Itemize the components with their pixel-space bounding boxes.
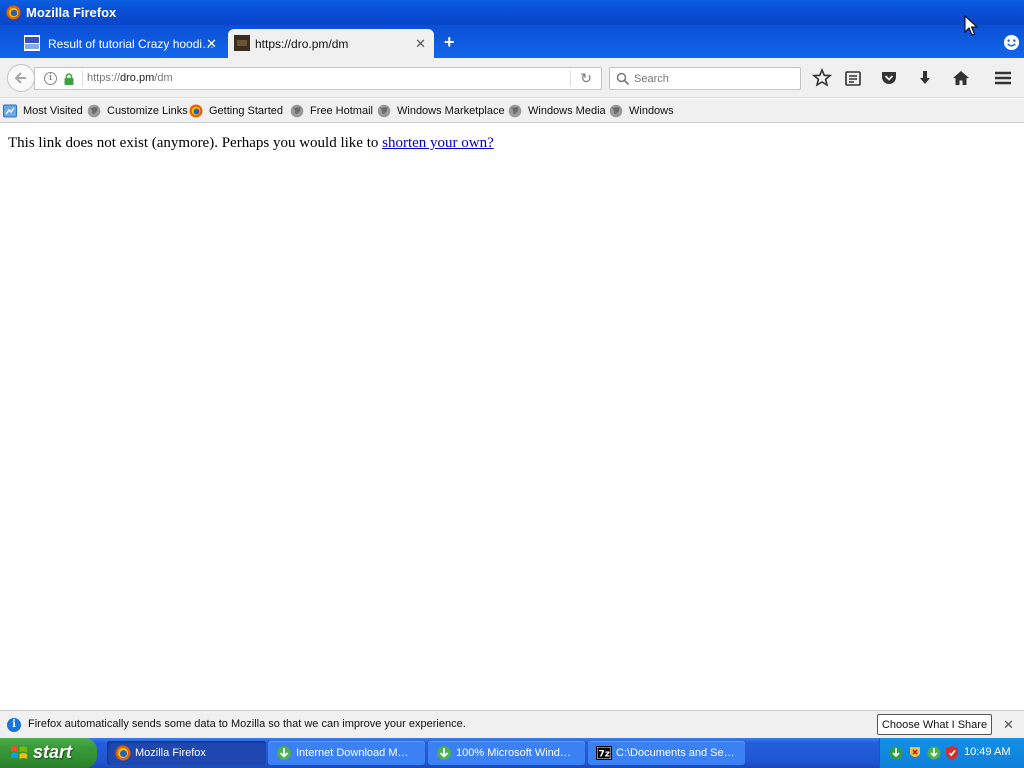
error-message: This link does not exist (anymore). Perh…: [8, 135, 494, 152]
search-input[interactable]: [634, 71, 794, 87]
globe-icon: [377, 104, 391, 118]
bookmark-free-hotmail[interactable]: Free Hotmail: [290, 103, 373, 119]
window-title: Mozilla Firefox: [26, 5, 117, 20]
close-icon[interactable]: ✕: [1003, 717, 1014, 733]
bookmark-star-icon[interactable]: [812, 68, 832, 88]
7zip-icon: 7z: [596, 746, 612, 760]
tab-dro-pm[interactable]: https://dro.pm/dm ✕: [228, 29, 434, 58]
address-separator: [82, 71, 83, 86]
start-label: start: [33, 742, 73, 762]
mouse-cursor-icon: [964, 15, 978, 36]
security-alert-icon[interactable]: [907, 745, 923, 761]
url-host: dro.pm: [120, 72, 155, 84]
blog-favicon-icon: [24, 35, 40, 51]
task-label: Internet Download M…: [296, 747, 409, 759]
title-bar: Mozilla Firefox: [0, 0, 1024, 25]
reading-list-icon[interactable]: [843, 68, 863, 88]
windows-logo-icon: [11, 746, 27, 759]
home-icon[interactable]: [951, 68, 971, 88]
back-button[interactable]: [7, 64, 35, 92]
info-icon: i: [7, 718, 21, 732]
bookmark-label: Windows Marketplace: [397, 105, 505, 117]
firefox-icon: [115, 745, 131, 761]
system-tray: 10:49 AM: [879, 738, 1024, 768]
taskbar-item-idm[interactable]: Internet Download M…: [268, 741, 425, 765]
taskbar: start Mozilla Firefox Internet Download …: [0, 738, 1024, 768]
data-notification-bar: i Firefox automatically sends some data …: [0, 710, 1024, 738]
bookmark-label: Getting Started: [209, 105, 283, 117]
taskbar-item-firefox[interactable]: Mozilla Firefox: [107, 741, 266, 765]
site-info-icon[interactable]: i: [44, 72, 57, 85]
url-scheme: https://: [87, 72, 121, 84]
search-bar[interactable]: [609, 67, 801, 90]
globe-icon: [508, 104, 522, 118]
svg-text:7z: 7z: [599, 750, 611, 760]
downloads-icon[interactable]: [915, 68, 935, 88]
bookmark-label: Free Hotmail: [310, 105, 373, 117]
bookmark-label: Windows Media: [528, 105, 606, 117]
url-path: /dm: [154, 72, 173, 84]
taskbar-item-7zip[interactable]: 7z C:\Documents and Se…: [588, 741, 745, 765]
globe-icon: [87, 104, 101, 118]
bookmarks-toolbar: Most Visited Customize Links Getting Sta…: [0, 99, 1024, 123]
bookmark-customize-links[interactable]: Customize Links: [87, 103, 188, 119]
page-content: This link does not exist (anymore). Perh…: [0, 124, 1024, 710]
most-visited-icon: [3, 104, 17, 118]
choose-what-i-share-button[interactable]: Choose What I Share: [877, 714, 992, 735]
shorten-link[interactable]: shorten your own?: [382, 135, 494, 151]
bookmark-windows-media[interactable]: Windows Media: [508, 103, 606, 119]
antivirus-shield-icon[interactable]: [944, 745, 960, 761]
bookmark-label: Most Visited: [23, 105, 83, 117]
firefox-icon: [189, 104, 203, 118]
bookmark-windows-marketplace[interactable]: Windows Marketplace: [377, 103, 505, 119]
clock: 10:49 AM: [964, 746, 1011, 758]
download-manager-icon: [277, 746, 291, 760]
reload-icon[interactable]: ↻: [580, 70, 592, 87]
address-bar[interactable]: i https://dro.pm/dm ↻: [34, 67, 602, 90]
bookmark-getting-started[interactable]: Getting Started: [189, 103, 283, 119]
tab-close-icon[interactable]: ✕: [206, 36, 217, 52]
lock-icon[interactable]: [63, 73, 75, 85]
bookmark-most-visited[interactable]: Most Visited: [3, 103, 83, 119]
firefox-logo-icon: [6, 5, 21, 20]
message-text: This link does not exist (anymore). Perh…: [8, 135, 379, 151]
start-button[interactable]: start: [0, 738, 97, 768]
tab-label: https://dro.pm/dm: [255, 37, 349, 51]
task-label: C:\Documents and Se…: [616, 747, 735, 759]
notification-message: Firefox automatically sends some data to…: [28, 718, 466, 730]
download-tray-icon[interactable]: [926, 745, 942, 761]
bookmark-label: Customize Links: [107, 105, 188, 117]
url-text[interactable]: https://dro.pm/dm: [87, 72, 173, 84]
site-favicon-icon: [234, 35, 250, 51]
download-progress-icon: [437, 746, 451, 760]
bookmark-windows[interactable]: Windows: [609, 103, 674, 119]
tab-close-icon[interactable]: ✕: [415, 36, 426, 52]
task-label: 100% Microsoft Wind…: [456, 747, 571, 759]
menu-hamburger-icon[interactable]: [993, 68, 1013, 88]
taskbar-item-microsoft[interactable]: 100% Microsoft Wind…: [428, 741, 585, 765]
network-icon[interactable]: [888, 745, 904, 761]
bookmark-label: Windows: [629, 105, 674, 117]
navigation-toolbar: i https://dro.pm/dm ↻: [0, 58, 1024, 98]
task-label: Mozilla Firefox: [135, 747, 206, 759]
back-arrow-icon: [14, 72, 26, 84]
tab-tutorial[interactable]: Result of tutorial Crazy hoodi… ✕: [3, 29, 225, 58]
tab-strip: Result of tutorial Crazy hoodi… ✕ https:…: [0, 25, 1024, 58]
feedback-smiley-icon[interactable]: [1003, 34, 1020, 51]
globe-icon: [290, 104, 304, 118]
search-icon: [616, 72, 630, 86]
reload-separator: [570, 71, 571, 86]
pocket-icon[interactable]: [879, 68, 899, 88]
globe-icon: [609, 104, 623, 118]
tab-label: Result of tutorial Crazy hoodi…: [48, 37, 215, 51]
new-tab-plus-icon[interactable]: +: [444, 33, 455, 51]
